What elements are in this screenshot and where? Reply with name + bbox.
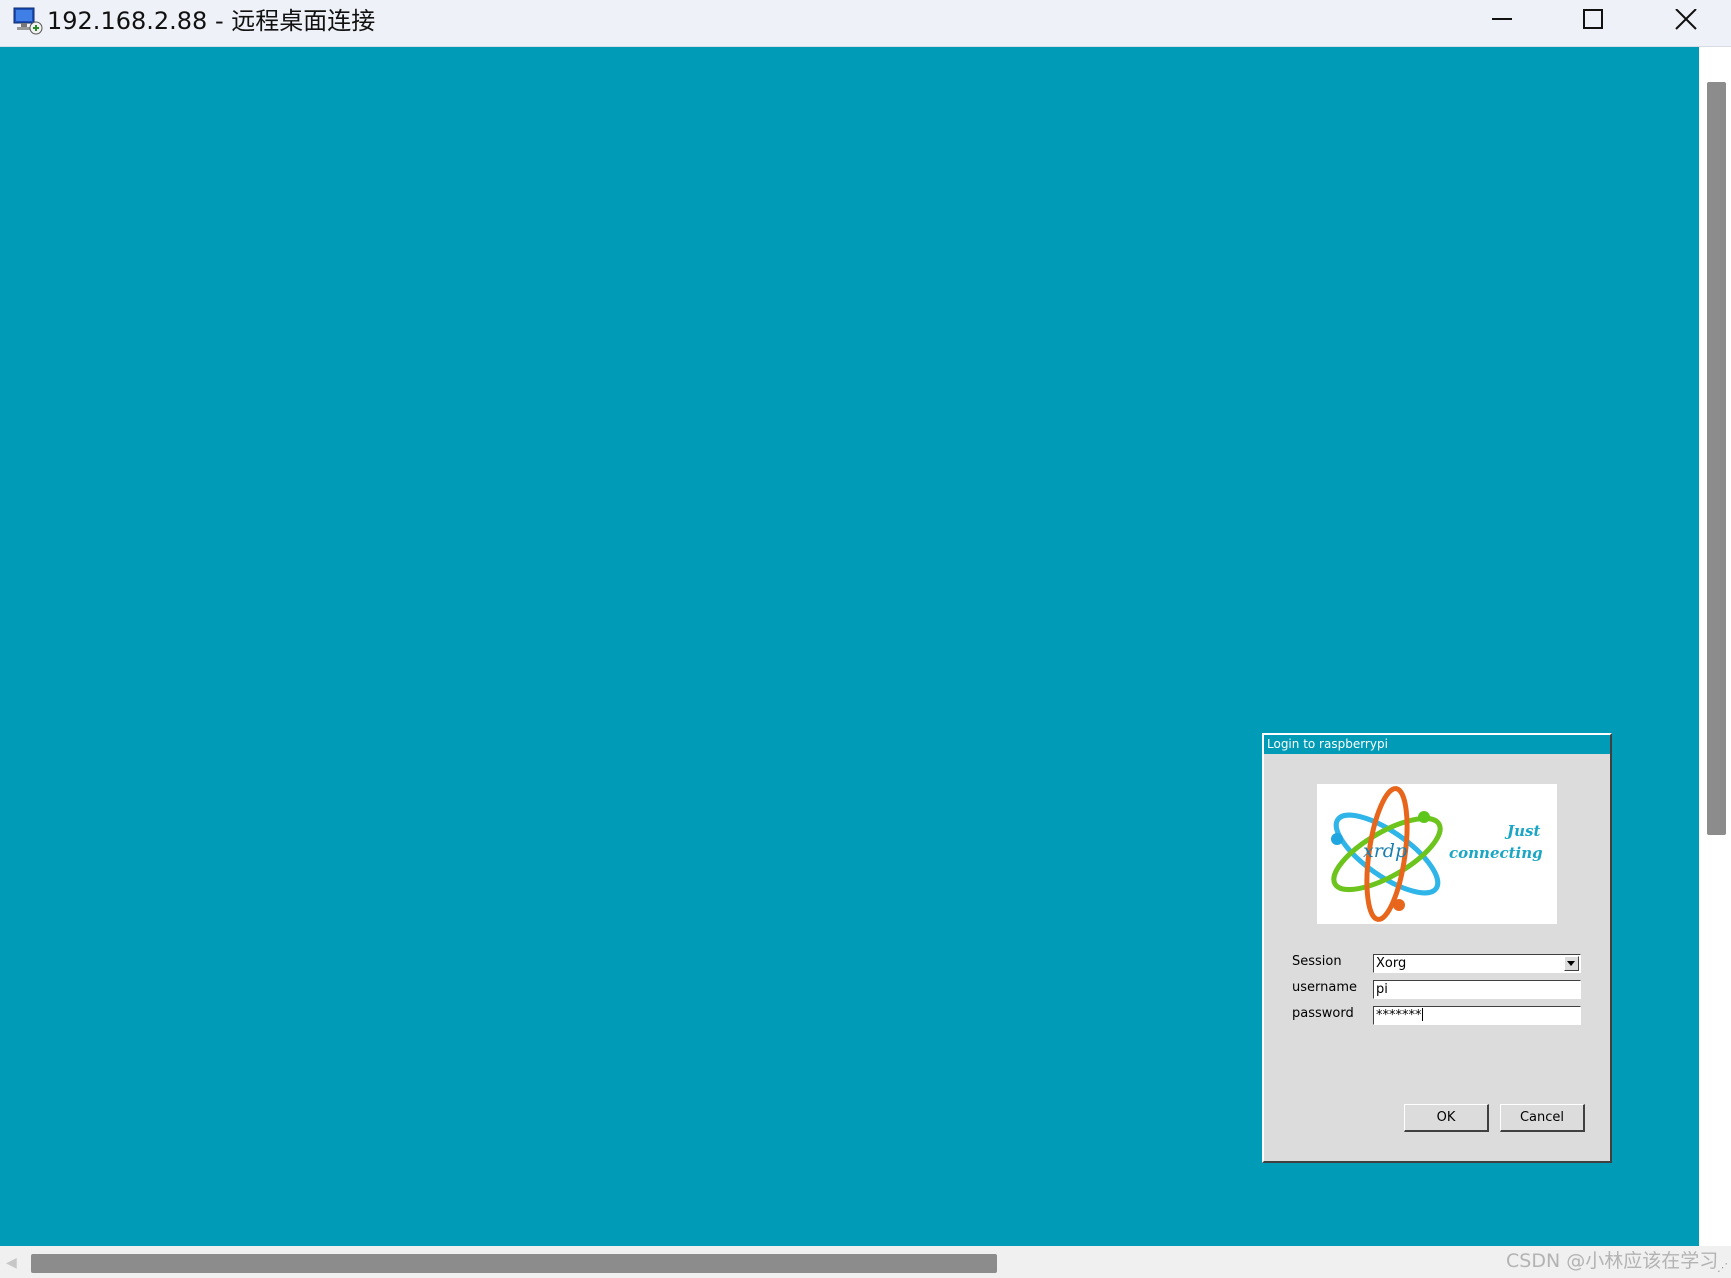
cancel-button[interactable]: Cancel: [1500, 1104, 1585, 1132]
logo-tagline-2: connecting: [1449, 844, 1543, 862]
logo-name: xrdp: [1363, 840, 1408, 862]
session-select[interactable]: Xorg: [1373, 954, 1581, 973]
dialog-title: Login to raspberrypi: [1264, 735, 1610, 754]
resize-grip-icon: ⋰: [1717, 1261, 1728, 1274]
window-title: 192.168.2.88 - 远程桌面连接: [47, 7, 376, 35]
close-button[interactable]: [1646, 0, 1726, 46]
session-label: Session: [1292, 954, 1342, 969]
close-icon: [1675, 9, 1697, 30]
minimize-button[interactable]: [1461, 0, 1541, 46]
window-title-bar: 192.168.2.88 - 远程桌面连接: [0, 0, 1731, 47]
password-value: *******: [1376, 1008, 1422, 1023]
username-label: username: [1292, 980, 1357, 995]
password-input[interactable]: *******: [1373, 1006, 1581, 1025]
minimize-icon: [1492, 18, 1512, 20]
horizontal-scrollbar[interactable]: ◀: [0, 1246, 1699, 1278]
ok-button[interactable]: OK: [1404, 1104, 1489, 1132]
horizontal-scrollbar-thumb[interactable]: [31, 1254, 997, 1273]
session-value: Xorg: [1376, 956, 1407, 971]
vertical-scrollbar-thumb[interactable]: [1707, 82, 1726, 835]
username-input[interactable]: pi: [1373, 980, 1581, 999]
logo-tagline-1: Just: [1507, 822, 1541, 840]
chevron-down-icon[interactable]: [1564, 956, 1579, 971]
remote-desktop-icon: [12, 6, 44, 36]
xrdp-login-dialog: Login to raspberrypi xrdp Just connectin…: [1262, 733, 1612, 1163]
username-value: pi: [1376, 982, 1388, 997]
scroll-left-arrow-icon[interactable]: ◀: [6, 1255, 17, 1271]
xrdp-logo: xrdp Just connecting: [1317, 784, 1557, 924]
text-caret: [1421, 1008, 1423, 1021]
password-label: password: [1292, 1006, 1354, 1021]
maximize-button[interactable]: [1552, 0, 1632, 46]
maximize-icon: [1583, 9, 1603, 29]
vertical-scrollbar[interactable]: [1699, 47, 1731, 1246]
watermark-text: CSDN @小林应该在学习: [1506, 1250, 1719, 1272]
